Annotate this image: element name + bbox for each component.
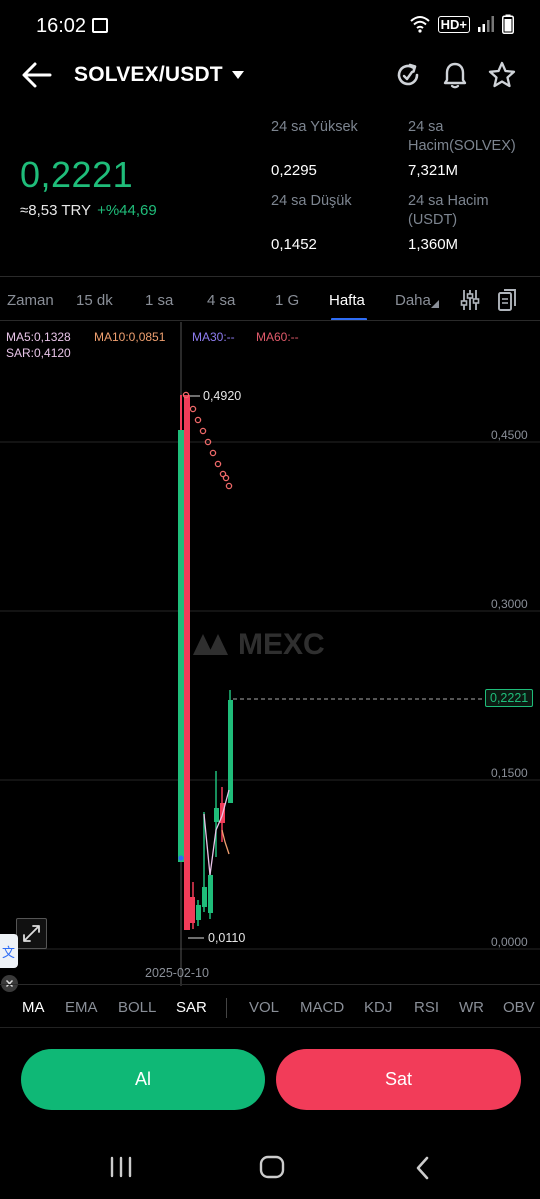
ma10-line bbox=[221, 829, 230, 855]
pair-title[interactable]: SOLVEX/USDT bbox=[74, 63, 223, 87]
high-marker-label: 0,4920 bbox=[203, 389, 242, 403]
indicator-macd[interactable]: MACD bbox=[300, 999, 344, 1016]
candle-4 bbox=[196, 905, 201, 920]
y-axis-tick-3: 0,1500 bbox=[491, 766, 528, 780]
x-axis-date: 2025-02-10 bbox=[145, 966, 209, 980]
wifi-icon bbox=[409, 16, 430, 33]
timeframe-tab-1h[interactable]: 1 sa bbox=[145, 292, 173, 309]
more-triangle-icon bbox=[431, 300, 439, 308]
indicator-tabs: MA EMA BOLL SAR VOL MACD KDJ RSI WR OBV bbox=[0, 988, 540, 1028]
candle-2 bbox=[184, 395, 190, 930]
indicator-ma[interactable]: MA bbox=[22, 999, 45, 1016]
status-bar: 16:02 HD+ bbox=[0, 0, 540, 52]
network-type: HD+ bbox=[437, 15, 470, 33]
status-time: 16:02 bbox=[36, 15, 87, 37]
volume-base-value: 7,321M bbox=[408, 162, 459, 179]
timeframe-tab-4h[interactable]: 4 sa bbox=[207, 292, 235, 309]
tabs-divider bbox=[0, 320, 540, 321]
refresh-icon[interactable] bbox=[393, 60, 423, 90]
timeframe-tab-15m[interactable]: 15 dk bbox=[76, 292, 113, 309]
star-icon[interactable] bbox=[487, 60, 517, 90]
fiat-equivalent: ≈8,53 TRY bbox=[20, 202, 92, 219]
indicator-sar[interactable]: SAR bbox=[176, 999, 207, 1016]
buy-button[interactable]: Al bbox=[21, 1049, 265, 1110]
y-axis-tick-1: 0,4500 bbox=[491, 428, 528, 442]
back-nav-icon[interactable] bbox=[412, 1155, 434, 1181]
caret-down-icon[interactable] bbox=[231, 70, 245, 80]
recent-apps-icon[interactable] bbox=[108, 1156, 134, 1178]
candle-9 bbox=[228, 700, 233, 803]
indicator-obv[interactable]: OBV bbox=[503, 999, 535, 1016]
home-icon[interactable] bbox=[258, 1154, 286, 1180]
translate-overlay-button[interactable]: 文 bbox=[0, 934, 18, 968]
price-change-percent: +%44,69 bbox=[97, 202, 157, 219]
timeframe-tabs: Zaman 15 dk 1 sa 4 sa 1 G Hafta Daha bbox=[0, 278, 540, 322]
signal-icon bbox=[478, 16, 494, 32]
volume-base-label-line2: Hacim(SOLVEX) bbox=[408, 138, 516, 154]
expand-button[interactable] bbox=[16, 918, 47, 949]
sell-button[interactable]: Sat bbox=[276, 1049, 521, 1110]
timeframe-tab-time[interactable]: Zaman bbox=[7, 292, 54, 309]
expand-icon bbox=[23, 925, 40, 942]
timeframe-tab-1d[interactable]: 1 G bbox=[275, 292, 299, 309]
indicator-wr[interactable]: WR bbox=[459, 999, 484, 1016]
mexc-watermark: MEXC bbox=[193, 628, 325, 661]
high-24h-value: 0,2295 bbox=[271, 162, 317, 179]
chart-canvas: MEXC bbox=[0, 322, 540, 986]
candlestick-chart[interactable]: MA5:0,1328 MA10:0,0851 MA30:-- MA60:-- S… bbox=[0, 322, 540, 992]
candle-3 bbox=[190, 897, 195, 923]
watermark-text: MEXC bbox=[238, 628, 325, 661]
volume-quote-value: 1,360M bbox=[408, 236, 459, 253]
translate-icon: 文 bbox=[2, 946, 15, 961]
volume-quote-label-line1: 24 sa Hacim bbox=[408, 193, 489, 209]
volume-quote-label-line2: (USDT) bbox=[408, 212, 458, 228]
low-24h-label: 24 sa Düşük bbox=[271, 193, 352, 209]
sliders-icon[interactable] bbox=[459, 288, 481, 312]
y-axis-tick-4: 0,0000 bbox=[491, 935, 528, 949]
volume-quote-label: 24 sa Hacim (USDT) bbox=[408, 192, 489, 230]
sar-start-dot bbox=[178, 855, 184, 861]
indicator-vol[interactable]: VOL bbox=[249, 999, 279, 1016]
timeframe-tab-more[interactable]: Daha bbox=[395, 292, 431, 309]
indicator-rsi[interactable]: RSI bbox=[414, 999, 439, 1016]
indicator-boll[interactable]: BOLL bbox=[118, 999, 156, 1016]
gallery-icon bbox=[92, 18, 108, 33]
indicator-ema[interactable]: EMA bbox=[65, 999, 98, 1016]
candle-7 bbox=[214, 808, 219, 822]
arrow-left-icon[interactable] bbox=[20, 60, 54, 90]
current-price-tag: 0,2221 bbox=[485, 689, 534, 707]
indicator-separator bbox=[226, 998, 227, 1018]
candle-5 bbox=[202, 887, 207, 907]
high-24h-label: 24 sa Yüksek bbox=[271, 119, 358, 135]
svg-text:文: 文 bbox=[2, 946, 15, 961]
status-icons: HD+ bbox=[409, 14, 514, 34]
candle-1 bbox=[178, 430, 184, 862]
timeframe-tab-week[interactable]: Hafta bbox=[329, 292, 365, 309]
top-app-bar: SOLVEX/USDT bbox=[0, 52, 540, 100]
system-nav-bar bbox=[0, 1134, 540, 1199]
last-price: 0,2221 bbox=[20, 154, 134, 195]
volume-base-label: 24 sa Hacim(SOLVEX) bbox=[408, 118, 516, 156]
y-axis-tick-2: 0,3000 bbox=[491, 597, 528, 611]
bell-icon[interactable] bbox=[440, 60, 470, 90]
indicator-kdj[interactable]: KDJ bbox=[364, 999, 392, 1016]
volume-base-label-line1: 24 sa bbox=[408, 119, 444, 135]
low-marker-label: 0,0110 bbox=[208, 931, 246, 945]
sar-dots bbox=[182, 391, 233, 490]
ticker-divider bbox=[0, 276, 540, 277]
price-sub-line: ≈8,53 TRY +%44,69 bbox=[20, 202, 157, 219]
candle-6 bbox=[208, 875, 213, 913]
low-24h-value: 0,1452 bbox=[271, 236, 317, 253]
copy-icon[interactable] bbox=[497, 287, 519, 313]
battery-icon bbox=[502, 14, 514, 34]
chart-bottom-divider bbox=[0, 984, 540, 985]
